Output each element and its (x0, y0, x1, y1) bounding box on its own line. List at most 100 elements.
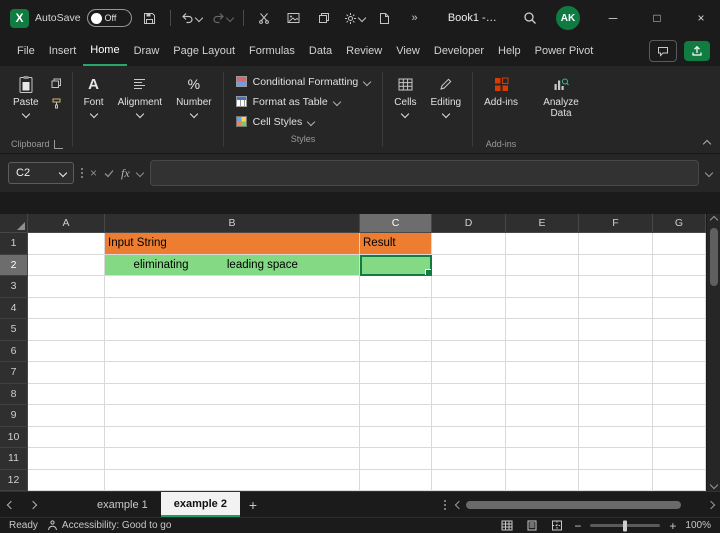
cell-e5[interactable] (506, 319, 579, 341)
cell-d7[interactable] (432, 362, 506, 384)
cell-c7[interactable] (360, 362, 432, 384)
cell-f6[interactable] (579, 340, 653, 362)
cell-b12[interactable] (105, 469, 360, 491)
fill-handle[interactable] (425, 269, 431, 275)
analyze-data-button[interactable]: Analyze Data (525, 69, 597, 153)
copy-icon[interactable] (312, 6, 336, 30)
cell-f7[interactable] (579, 362, 653, 384)
cell-e7[interactable] (506, 362, 579, 384)
sheet-tab-example-1[interactable]: example 1 (84, 492, 161, 517)
menu-tab-developer[interactable]: Developer (427, 36, 491, 66)
scroll-left-icon[interactable] (454, 500, 464, 509)
cell-b7[interactable] (105, 362, 360, 384)
cell-e2[interactable] (506, 254, 579, 276)
avatar[interactable]: AK (556, 6, 580, 30)
cells-button[interactable]: Cells (387, 69, 423, 153)
cell-c8[interactable] (360, 383, 432, 405)
cell-c10[interactable] (360, 426, 432, 448)
cell-a8[interactable] (28, 383, 105, 405)
cell-c11[interactable] (360, 448, 432, 470)
styles-item-conditional-formatting[interactable]: Conditional Formatting (232, 72, 375, 91)
format-painter-icon[interactable] (49, 96, 65, 110)
cell-e4[interactable] (506, 297, 579, 319)
zoom-slider-thumb[interactable] (623, 520, 628, 531)
sheet-tab-example-2[interactable]: example 2 (160, 492, 240, 517)
cell-g2[interactable] (653, 254, 706, 276)
menu-tab-help[interactable]: Help (491, 36, 528, 66)
drag-handle-icon[interactable] (81, 168, 83, 178)
column-header-c[interactable]: C (360, 214, 432, 233)
cell-a9[interactable] (28, 405, 105, 427)
undo-button[interactable] (179, 6, 204, 30)
cell-f12[interactable] (579, 469, 653, 491)
row-header-3[interactable]: 3 (0, 276, 28, 298)
normal-view-icon[interactable] (499, 518, 515, 533)
cell-f5[interactable] (579, 319, 653, 341)
cell-e1[interactable] (506, 233, 579, 255)
cell-a12[interactable] (28, 469, 105, 491)
share-button[interactable] (684, 41, 710, 61)
number-button[interactable]: % Number (169, 69, 219, 153)
cell-b5[interactable] (105, 319, 360, 341)
cell-f8[interactable] (579, 383, 653, 405)
alignment-button[interactable]: Alignment (111, 69, 169, 153)
menu-tab-insert[interactable]: Insert (42, 36, 84, 66)
cell-f2[interactable] (579, 254, 653, 276)
cell-d3[interactable] (432, 276, 506, 298)
cell-g5[interactable] (653, 319, 706, 341)
cell-d6[interactable] (432, 340, 506, 362)
row-header-10[interactable]: 10 (0, 426, 28, 448)
styles-item-cell-styles[interactable]: Cell Styles (232, 112, 375, 131)
collapse-ribbon-icon[interactable] (702, 139, 712, 149)
cell-e6[interactable] (506, 340, 579, 362)
cell-b1[interactable]: Input String (105, 233, 360, 255)
insert-function-button[interactable]: fx (121, 166, 130, 181)
cancel-icon[interactable]: × (90, 166, 97, 180)
horizontal-scroll-thumb[interactable] (466, 500, 681, 509)
row-header-5[interactable]: 5 (0, 319, 28, 341)
cell-c1[interactable]: Result (360, 233, 432, 255)
autosave-toggle[interactable]: Off (86, 9, 132, 27)
row-header-4[interactable]: 4 (0, 297, 28, 319)
cell-d2[interactable] (432, 254, 506, 276)
select-all-corner[interactable] (0, 214, 28, 233)
expand-formula-bar-icon[interactable] (704, 168, 714, 178)
horizontal-scrollbar[interactable] (454, 492, 720, 517)
copy-icon[interactable] (49, 76, 65, 90)
cell-b11[interactable] (105, 448, 360, 470)
page-break-view-icon[interactable] (549, 518, 565, 533)
cell-g4[interactable] (653, 297, 706, 319)
cell-e9[interactable] (506, 405, 579, 427)
accessibility-status[interactable]: Accessibility: Good to go (47, 520, 171, 531)
vertical-scrollbar[interactable] (706, 214, 720, 491)
sheet-nav-right-icon[interactable] (22, 492, 44, 517)
column-header-g[interactable]: G (653, 214, 706, 233)
cell-g12[interactable] (653, 469, 706, 491)
cell-a2[interactable] (28, 254, 105, 276)
picture-icon[interactable] (282, 6, 306, 30)
cell-b8[interactable] (105, 383, 360, 405)
cell-b4[interactable] (105, 297, 360, 319)
row-header-12[interactable]: 12 (0, 469, 28, 491)
cell-f10[interactable] (579, 426, 653, 448)
menu-tab-formulas[interactable]: Formulas (242, 36, 302, 66)
cell-f11[interactable] (579, 448, 653, 470)
font-button[interactable]: A Font (77, 69, 111, 153)
cell-g8[interactable] (653, 383, 706, 405)
cell-e3[interactable] (506, 276, 579, 298)
cell-f4[interactable] (579, 297, 653, 319)
cell-a4[interactable] (28, 297, 105, 319)
scroll-right-icon[interactable] (706, 500, 716, 509)
cell-d5[interactable] (432, 319, 506, 341)
search-icon[interactable] (518, 6, 542, 30)
cell-b6[interactable] (105, 340, 360, 362)
cell-f9[interactable] (579, 405, 653, 427)
new-document-icon[interactable] (373, 6, 397, 30)
cell-e10[interactable] (506, 426, 579, 448)
row-header-9[interactable]: 9 (0, 405, 28, 427)
cell-g11[interactable] (653, 448, 706, 470)
styles-item-format-as-table[interactable]: Format as Table (232, 92, 375, 111)
page-layout-view-icon[interactable] (524, 518, 540, 533)
save-icon[interactable] (138, 6, 162, 30)
cell-f1[interactable] (579, 233, 653, 255)
